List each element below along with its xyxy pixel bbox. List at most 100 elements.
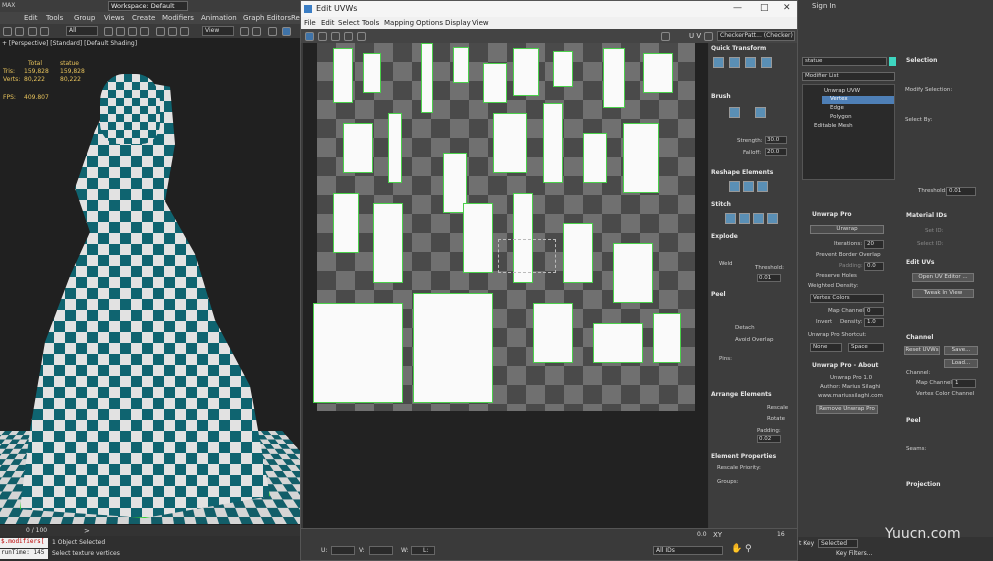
rescale-option[interactable]: Rescale: [767, 405, 788, 411]
maximize-icon[interactable]: □: [760, 3, 769, 13]
uv-island[interactable]: [333, 193, 359, 253]
falloff-spinner[interactable]: 20.0: [765, 148, 787, 156]
menu-animation[interactable]: Animation: [201, 14, 237, 22]
stack-vertex[interactable]: Vertex: [830, 96, 848, 102]
uv-island[interactable]: [623, 123, 659, 193]
padding-spinner[interactable]: 0.02: [757, 435, 781, 443]
uvw-menu-display[interactable]: Display: [445, 19, 471, 27]
xy-toggle[interactable]: XY: [713, 531, 722, 539]
zoom-icon[interactable]: ⚲: [745, 544, 752, 554]
about-site[interactable]: www.mariussilaghi.com: [818, 393, 883, 399]
rotate-icon[interactable]: [168, 27, 177, 36]
map-channel-option[interactable]: Map Channel:: [916, 380, 954, 386]
angle-snap-icon[interactable]: [282, 27, 291, 36]
peel-title[interactable]: Peel: [906, 417, 921, 424]
avoid-overlap-option[interactable]: Avoid Overlap: [735, 337, 773, 343]
detach-option[interactable]: Detach: [735, 325, 755, 331]
align-x-icon[interactable]: [745, 57, 756, 68]
shortcut-modifier-dropdown[interactable]: None: [810, 343, 842, 352]
brush-title[interactable]: Brush: [711, 93, 731, 100]
select-by-name-icon[interactable]: [116, 27, 125, 36]
uv-island[interactable]: [493, 113, 527, 173]
rotate-cw-icon[interactable]: [761, 57, 772, 68]
selection-title[interactable]: Selection: [906, 57, 937, 64]
rotate-option[interactable]: Rotate: [767, 416, 785, 422]
undo-icon[interactable]: [3, 27, 12, 36]
mirror-tool-icon[interactable]: [357, 32, 366, 41]
flatten-icon[interactable]: [757, 181, 768, 192]
workspace-selector[interactable]: Workspace: Default: [108, 1, 188, 11]
reset-uvws-button[interactable]: Reset UVWs: [904, 346, 940, 355]
menu-tools[interactable]: Tools: [46, 14, 63, 22]
pivot-icon[interactable]: [240, 27, 249, 36]
stack-polygon[interactable]: Polygon: [830, 114, 852, 120]
uv-island[interactable]: [333, 48, 353, 103]
strength-spinner[interactable]: 30.0: [765, 136, 787, 144]
density-spinner[interactable]: 1.0: [864, 318, 884, 327]
menu-edit[interactable]: Edit: [24, 14, 38, 22]
uv-island[interactable]: [463, 203, 493, 273]
freeform-tool-icon[interactable]: [344, 32, 353, 41]
uv-island[interactable]: [543, 103, 563, 183]
unwrap-button[interactable]: Unwrap: [810, 225, 884, 234]
weighted-density-dropdown[interactable]: Vertex Colors: [810, 294, 884, 303]
stitch-target-icon[interactable]: [725, 213, 736, 224]
uv-island[interactable]: [583, 133, 607, 183]
paint-move-icon[interactable]: [729, 107, 740, 118]
stitch-title[interactable]: Stitch: [711, 201, 731, 208]
maxscript-output[interactable]: runTime: 145: [0, 549, 48, 559]
uv-island[interactable]: [593, 323, 643, 363]
selection-threshold-spinner[interactable]: 0.01: [946, 187, 976, 196]
u-field[interactable]: [331, 546, 355, 555]
timeline-frame[interactable]: 0 / 100: [26, 527, 47, 534]
stitch-average-icon[interactable]: [739, 213, 750, 224]
menu-group[interactable]: Group: [74, 14, 95, 22]
snap-icon[interactable]: [268, 27, 277, 36]
sign-in-button[interactable]: Sign In: [812, 2, 836, 10]
uvw-menu-options[interactable]: Options: [416, 19, 443, 27]
align-vertical-icon[interactable]: [729, 57, 740, 68]
uv-island[interactable]: [483, 63, 507, 103]
uv-island[interactable]: [533, 303, 573, 363]
open-uv-editor-button[interactable]: Open UV Editor ...: [912, 273, 974, 282]
unlink-icon[interactable]: [40, 27, 49, 36]
shortcut-key-dropdown[interactable]: Space: [848, 343, 884, 352]
modifier-list-dropdown[interactable]: Modifier List: [802, 72, 895, 81]
uv-island[interactable]: [453, 47, 469, 83]
menu-create[interactable]: Create: [132, 14, 155, 22]
window-crossing-icon[interactable]: [140, 27, 149, 36]
scale-tool-icon[interactable]: [331, 32, 340, 41]
uvw-menu-mapping[interactable]: Mapping: [384, 19, 414, 27]
uv-editor-canvas[interactable]: [303, 43, 708, 528]
uv-island[interactable]: [421, 43, 433, 113]
selected-dropdown[interactable]: Selected: [818, 539, 858, 548]
v-field[interactable]: [369, 546, 393, 555]
uv-island[interactable]: [613, 243, 653, 303]
tweak-in-view-button[interactable]: Tweak In View: [912, 289, 974, 298]
arrange-elements-title[interactable]: Arrange Elements: [711, 391, 772, 398]
uv-island[interactable]: [373, 203, 403, 283]
menu-graph-editors[interactable]: Graph Editors: [243, 14, 291, 22]
load-button[interactable]: Load...: [944, 359, 978, 368]
uv-island[interactable]: [343, 123, 373, 173]
scale-icon[interactable]: [180, 27, 189, 36]
uv-axis-label[interactable]: U V: [689, 32, 701, 40]
stack-edge[interactable]: Edge: [830, 105, 844, 111]
stitch-source-icon[interactable]: [753, 213, 764, 224]
unwrap-pro-title[interactable]: Unwrap Pro: [812, 211, 852, 218]
reference-coord-dropdown[interactable]: View: [202, 26, 234, 36]
peel-title[interactable]: Peel: [711, 291, 726, 298]
reshape-elements-title[interactable]: Reshape Elements: [711, 169, 773, 176]
uv-island[interactable]: [563, 223, 593, 283]
grid-value[interactable]: 16: [777, 531, 785, 538]
move-tool-icon[interactable]: [305, 32, 314, 41]
object-color-swatch[interactable]: [889, 57, 896, 66]
uvw-menu-select[interactable]: Select: [338, 19, 360, 27]
straighten-icon[interactable]: [729, 181, 740, 192]
statue-mesh[interactable]: [20, 78, 270, 518]
set-key-label[interactable]: t Key: [799, 540, 814, 547]
uv-island[interactable]: [363, 53, 381, 93]
texture-icon[interactable]: [704, 32, 713, 41]
ids-dropdown[interactable]: All IDs: [653, 546, 723, 555]
explode-title[interactable]: Explode: [711, 233, 738, 240]
